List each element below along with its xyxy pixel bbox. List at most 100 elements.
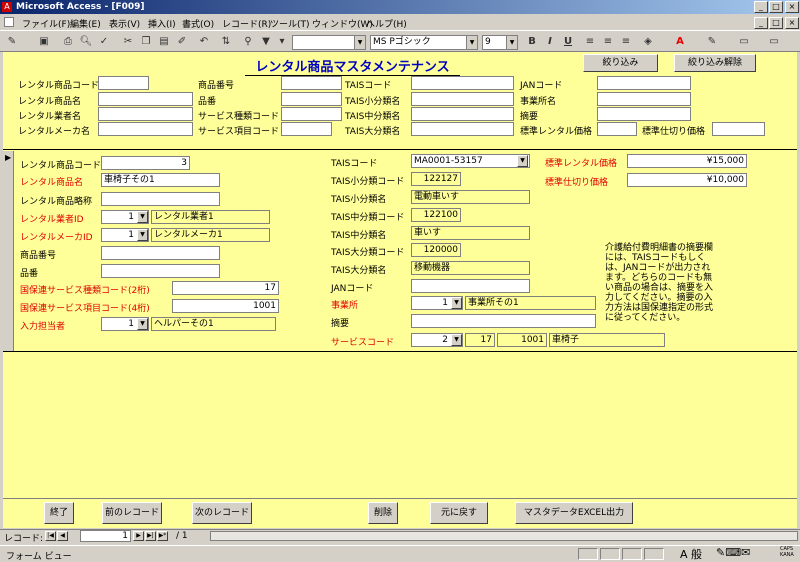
svc-type-field[interactable]: 17 [172, 281, 279, 295]
search-prodno-input[interactable] [281, 76, 342, 90]
search-code-input[interactable] [98, 76, 149, 90]
next-record-icon[interactable]: ▶ [133, 531, 144, 541]
delete-button[interactable]: 削除 [368, 502, 398, 524]
office-dropdown-icon[interactable]: ▼ [451, 297, 462, 309]
menu-insert[interactable]: 挿入(I) [148, 17, 176, 30]
jan-field[interactable] [411, 279, 530, 293]
search-partno-input[interactable] [281, 92, 342, 106]
code-field[interactable]: 3 [101, 156, 190, 170]
print-icon[interactable]: ⎙ [60, 34, 76, 50]
search-tais-m-input[interactable] [411, 107, 514, 121]
menu-file[interactable]: ファイル(F) [22, 17, 70, 30]
form-title: レンタル商品マスタメンテナンス [245, 56, 460, 76]
search-office-input[interactable] [597, 92, 691, 106]
print-preview-icon[interactable]: 🔍︎ [78, 34, 94, 50]
ime-tools-icon[interactable]: ✎⌨✉ [716, 546, 750, 559]
view-icon[interactable]: ✎ [4, 34, 20, 50]
align-right-icon[interactable]: ≡ [618, 34, 634, 50]
maximize-button[interactable]: □ [769, 1, 783, 13]
horizontal-scrollbar[interactable] [210, 531, 798, 541]
search-svctype-input[interactable] [281, 107, 342, 121]
abbr-field[interactable] [101, 192, 220, 206]
search-svcitem-input[interactable] [281, 122, 332, 136]
doc-close-button[interactable]: × [785, 17, 799, 29]
menu-records[interactable]: レコード(R) [222, 17, 271, 30]
spelling-icon[interactable]: ✓ [96, 34, 112, 50]
copy-icon[interactable]: ❐ [138, 34, 154, 50]
search-prodno-label: 商品番号 [198, 81, 235, 91]
search-maker-input[interactable] [98, 122, 193, 136]
access-app-icon[interactable]: A [2, 2, 12, 12]
save-icon[interactable]: ▣ [36, 34, 52, 50]
minimize-button[interactable]: _ [754, 1, 768, 13]
doc-restore-button[interactable]: □ [769, 17, 783, 29]
paste-icon[interactable]: ▤ [156, 34, 172, 50]
record-selector[interactable]: ▶ [3, 151, 14, 351]
search-vendor-input[interactable] [98, 107, 193, 121]
first-record-icon[interactable]: |◀ [45, 531, 56, 541]
vendor-dropdown-icon[interactable]: ▼ [137, 211, 148, 223]
search-jan-input[interactable] [597, 76, 691, 90]
line-width-icon[interactable]: ▭ [736, 34, 752, 50]
filter-selection-icon[interactable]: ⚲ [240, 34, 256, 50]
font-combo[interactable]: MS Pゴシック ▼ [370, 35, 478, 50]
memo-field[interactable] [411, 314, 596, 328]
object-combo[interactable]: ▼ [292, 35, 366, 50]
cost-field[interactable]: ¥10,000 [627, 173, 747, 187]
menu-view[interactable]: 表示(V) [109, 17, 140, 30]
align-left-icon[interactable]: ≡ [582, 34, 598, 50]
name-field[interactable]: 車椅子その1 [101, 173, 220, 187]
search-tais-l-input[interactable] [411, 122, 514, 136]
price-field[interactable]: ¥15,000 [627, 154, 747, 168]
undo-button[interactable]: 元に戻す [430, 502, 488, 524]
prev-record-icon[interactable]: ◀ [57, 531, 68, 541]
last-record-icon[interactable]: ▶| [145, 531, 156, 541]
italic-button[interactable]: I [542, 34, 558, 50]
font-color-icon[interactable]: A [672, 34, 688, 50]
partno-field[interactable] [101, 264, 220, 278]
filter-clear-button[interactable]: 絞り込み解除 [674, 54, 756, 72]
align-center-icon[interactable]: ≡ [600, 34, 616, 50]
menu-format[interactable]: 書式(O) [182, 17, 214, 30]
tais-dropdown-icon[interactable]: ▼ [517, 155, 528, 167]
menu-tools[interactable]: ツール(T) [270, 17, 310, 30]
fill-color-icon[interactable]: ◈ [640, 34, 656, 50]
search-tais-input[interactable] [411, 76, 514, 90]
font-size-combo[interactable]: 9 ▼ [482, 35, 518, 50]
bold-button[interactable]: B [524, 34, 540, 50]
format-painter-icon[interactable]: ✐ [174, 34, 190, 50]
search-name-input[interactable] [98, 92, 193, 106]
sort-icon[interactable]: ⇅ [218, 34, 234, 50]
underline-button[interactable]: U [560, 34, 576, 50]
prodno-field[interactable] [101, 246, 220, 260]
tais-combo[interactable]: MA0001-53157 [411, 154, 530, 168]
close-form-button[interactable]: 終了 [44, 502, 74, 524]
menu-window[interactable]: ウィンドウ(W) [312, 17, 373, 30]
current-record-input[interactable]: 1 [80, 530, 131, 542]
menu-help[interactable]: ヘルプ(H) [366, 17, 407, 30]
staff-dropdown-icon[interactable]: ▼ [137, 318, 148, 330]
apply-filter-icon[interactable]: ▾ [274, 34, 290, 50]
search-memo-input[interactable] [597, 107, 691, 121]
svc-code-dropdown-icon[interactable]: ▼ [451, 334, 462, 346]
excel-export-button[interactable]: マスタデータEXCEL出力 [515, 502, 633, 524]
filter-icon[interactable]: ▼ [258, 34, 274, 50]
svc-item-field[interactable]: 1001 [172, 299, 279, 313]
maker-dropdown-icon[interactable]: ▼ [137, 229, 148, 241]
line-color-icon[interactable]: ✎ [704, 34, 720, 50]
cut-icon[interactable]: ✂ [120, 34, 136, 50]
undo-icon[interactable]: ↶ [196, 34, 212, 50]
form-icon[interactable] [4, 17, 14, 27]
menu-edit[interactable]: 編集(E) [70, 17, 101, 30]
next-record-button[interactable]: 次のレコード [192, 502, 252, 524]
search-price-input[interactable] [597, 122, 637, 136]
doc-minimize-button[interactable]: _ [754, 17, 768, 29]
ime-mode-icon[interactable]: A 般 [680, 546, 702, 562]
special-effect-icon[interactable]: ▭ [766, 34, 782, 50]
new-record-icon[interactable]: ▶* [157, 531, 168, 541]
close-button[interactable]: × [785, 1, 799, 13]
search-tais-s-input[interactable] [411, 92, 514, 106]
filter-button[interactable]: 絞り込み [583, 54, 658, 72]
search-cost-input[interactable] [712, 122, 765, 136]
prev-record-button[interactable]: 前のレコード [102, 502, 162, 524]
